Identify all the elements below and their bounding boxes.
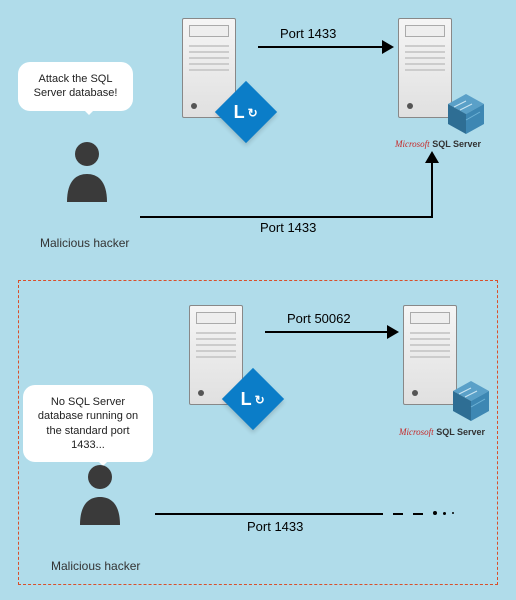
arrow-hacker-blocked	[155, 513, 373, 515]
sql-server	[398, 18, 470, 128]
hacker-icon	[62, 140, 112, 204]
scenario-custom-port: No SQL Server database running on the st…	[18, 280, 498, 585]
arrow-head-icon	[382, 40, 401, 54]
sql-name: SQL Server	[432, 139, 481, 149]
port-label-lync-sql: Port 1433	[280, 26, 336, 41]
sync-arrows-icon: ↻	[255, 395, 265, 403]
port-label-hacker-blocked: Port 1433	[247, 519, 303, 534]
lync-server: L ↻	[182, 18, 254, 128]
database-cube-icon	[444, 92, 488, 136]
port-label-lync-sql: Port 50062	[287, 311, 351, 326]
arrow-hacker-to-sql-v	[431, 158, 433, 218]
sql-server	[403, 305, 475, 415]
lync-letter: L	[234, 102, 245, 123]
sql-name: SQL Server	[436, 427, 485, 437]
arrow-fading-dots	[433, 511, 454, 515]
lync-letter: L	[241, 389, 252, 410]
lync-server: L ↻	[189, 305, 261, 415]
arrow-head-icon	[387, 325, 406, 339]
speech-bubble-no-db: No SQL Server database running on the st…	[23, 385, 153, 462]
speech-bubble-attack: Attack the SQL Server database!	[18, 62, 133, 111]
port-label-hacker-sql: Port 1433	[260, 220, 316, 235]
sql-prefix: Microsoft	[399, 427, 434, 437]
scenario-default-port: Attack the SQL Server database! Maliciou…	[0, 0, 516, 270]
arrow-head-up-icon	[425, 144, 439, 163]
sync-arrows-icon: ↻	[248, 108, 258, 116]
database-cube-icon	[449, 379, 493, 423]
sql-server-label: Microsoft SQL Server	[399, 427, 485, 437]
speech-text: No SQL Server database running on the st…	[38, 396, 138, 451]
arrow-lync-to-sql	[265, 331, 387, 333]
hacker-label: Malicious hacker	[40, 236, 129, 250]
arrow-lync-to-sql	[258, 46, 382, 48]
arrow-dashed-segment	[373, 513, 425, 515]
arrow-hacker-to-sql-h	[140, 216, 433, 218]
hacker-label: Malicious hacker	[51, 559, 140, 573]
hacker-icon	[75, 463, 125, 527]
speech-text: Attack the SQL Server database!	[34, 73, 118, 99]
